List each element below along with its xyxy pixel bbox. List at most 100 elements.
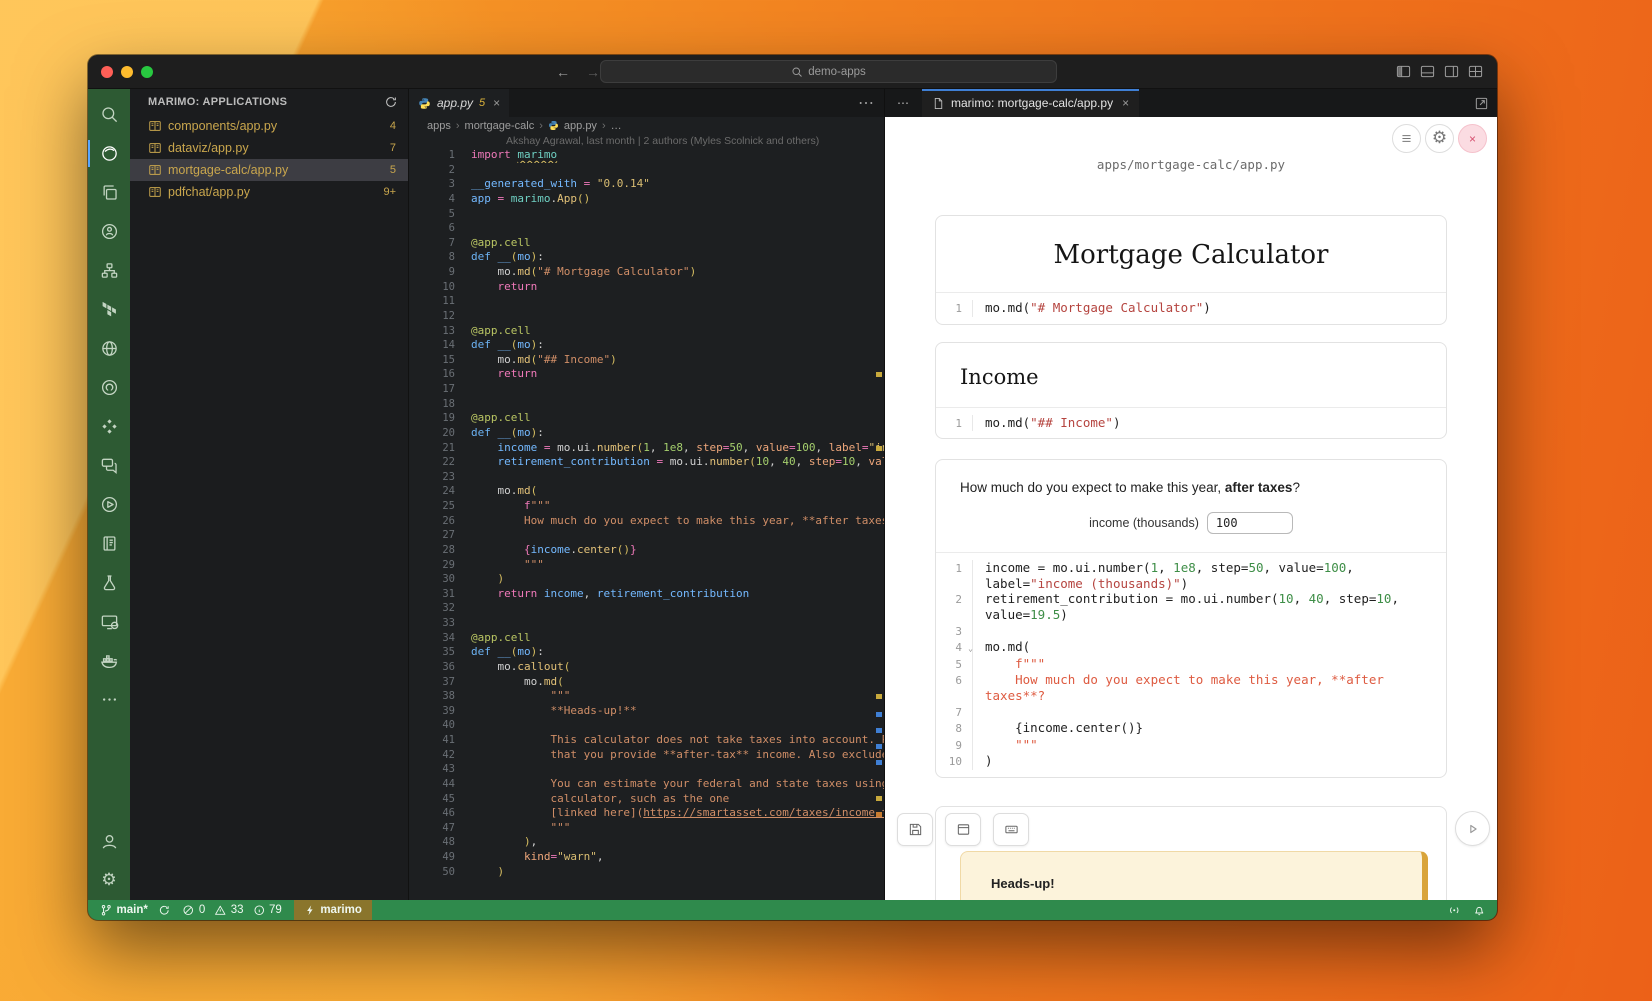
shutdown-close-button[interactable]: × bbox=[1458, 124, 1487, 153]
docker-icon[interactable] bbox=[88, 641, 130, 680]
code-line[interactable]: 39 **Heads-up!** bbox=[409, 704, 884, 719]
open-external-icon[interactable] bbox=[1474, 96, 1489, 111]
layout-panel-icon[interactable] bbox=[1420, 64, 1435, 79]
marimo-server-status[interactable]: marimo bbox=[294, 900, 372, 920]
sidebar-file-mortgage-calc-app-py[interactable]: mortgage-calc/app.py5 bbox=[130, 159, 408, 181]
notebook-icon[interactable] bbox=[88, 524, 130, 563]
layout-sidebar-right-icon[interactable] bbox=[1444, 64, 1459, 79]
code-line[interactable]: 44 You can estimate your federal and sta… bbox=[409, 777, 884, 792]
code-line[interactable]: 4app = marimo.App() bbox=[409, 192, 884, 207]
panel-button[interactable] bbox=[945, 813, 981, 846]
code-line[interactable]: 38 """ bbox=[409, 689, 884, 704]
code-line[interactable]: 6 bbox=[409, 221, 884, 236]
code-line[interactable]: 1import marimo bbox=[409, 148, 884, 163]
branch-status[interactable]: main* bbox=[100, 904, 170, 917]
code-line[interactable]: 31 return income, retirement_contributio… bbox=[409, 587, 884, 602]
fold-icon[interactable]: ⌄ bbox=[968, 641, 973, 657]
settings-icon[interactable]: ⚙ bbox=[88, 861, 130, 900]
code-line[interactable]: 21 income = mo.ui.number(1, 1e8, step=50… bbox=[409, 441, 884, 456]
run-app-button[interactable] bbox=[1455, 811, 1490, 846]
settings-gear-button[interactable]: ⚙ bbox=[1425, 124, 1454, 153]
income-input[interactable] bbox=[1207, 512, 1293, 534]
code-line[interactable]: 32 bbox=[409, 601, 884, 616]
code-line[interactable]: 9 mo.md("# Mortgage Calculator") bbox=[409, 265, 884, 280]
code-line[interactable]: 18 bbox=[409, 397, 884, 412]
terraform-icon[interactable] bbox=[88, 290, 130, 329]
problems-status[interactable]: 0 33 79 bbox=[182, 904, 282, 917]
code-line[interactable]: 12 bbox=[409, 309, 884, 324]
search-icon[interactable] bbox=[88, 95, 130, 134]
code-line[interactable]: 5 bbox=[409, 207, 884, 222]
code-line[interactable]: 34@app.cell bbox=[409, 631, 884, 646]
breadcrumb-item[interactable]: mortgage-calc bbox=[465, 120, 535, 132]
more-actions-icon[interactable]: ⋯ bbox=[885, 89, 922, 117]
menu-button[interactable] bbox=[1392, 124, 1421, 153]
code-line[interactable]: 15 mo.md("## Income") bbox=[409, 353, 884, 368]
code-line[interactable]: 26 How much do you expect to make this y… bbox=[409, 514, 884, 529]
run-circle-icon[interactable] bbox=[88, 485, 130, 524]
sidebar-file-pdfchat-app-py[interactable]: pdfchat/app.py9+ bbox=[130, 181, 408, 203]
code-line[interactable]: 30 ) bbox=[409, 572, 884, 587]
tab-marimo-preview[interactable]: marimo: mortgage-calc/app.py × bbox=[922, 89, 1139, 117]
close-icon[interactable]: × bbox=[1122, 96, 1129, 110]
sidebar-file-dataviz-app-py[interactable]: dataviz/app.py7 bbox=[130, 137, 408, 159]
comments-icon[interactable] bbox=[88, 446, 130, 485]
cell-code[interactable]: 1mo.md("## Income") bbox=[936, 407, 1446, 439]
keyboard-shortcuts-button[interactable] bbox=[993, 813, 1029, 846]
history-forward-button[interactable]: → bbox=[586, 64, 600, 80]
layout-sidebar-left-icon[interactable] bbox=[1396, 64, 1411, 79]
code-line[interactable]: 37 mo.md( bbox=[409, 675, 884, 690]
code-editor[interactable]: Akshay Agrawal, last month | 2 authors (… bbox=[409, 134, 884, 900]
code-line[interactable]: 28 {income.center()} bbox=[409, 543, 884, 558]
code-line[interactable]: 36 mo.callout( bbox=[409, 660, 884, 675]
bell-icon[interactable] bbox=[1473, 904, 1486, 917]
code-line[interactable]: 14def __(mo): bbox=[409, 338, 884, 353]
code-line[interactable]: 23 bbox=[409, 470, 884, 485]
code-line[interactable]: 10 return bbox=[409, 280, 884, 295]
close-icon[interactable]: × bbox=[493, 96, 500, 110]
github-icon[interactable] bbox=[88, 368, 130, 407]
breadcrumb-item[interactable]: … bbox=[611, 120, 622, 132]
tab-app-py[interactable]: app.py 5 × bbox=[409, 89, 509, 117]
broadcast-icon[interactable] bbox=[1448, 904, 1461, 917]
code-line[interactable]: 22 retirement_contribution = mo.ui.numbe… bbox=[409, 455, 884, 470]
code-line[interactable]: 19@app.cell bbox=[409, 411, 884, 426]
test-beaker-icon[interactable] bbox=[88, 563, 130, 602]
code-line[interactable]: 49 kind="warn", bbox=[409, 850, 884, 865]
remote-monitor-icon[interactable] bbox=[88, 602, 130, 641]
save-button[interactable] bbox=[897, 813, 933, 846]
code-line[interactable]: 17 bbox=[409, 382, 884, 397]
copy-icon[interactable] bbox=[88, 173, 130, 212]
breadcrumb-item[interactable]: app.py bbox=[564, 120, 597, 132]
breadcrumb-item[interactable]: apps bbox=[427, 120, 451, 132]
code-line[interactable]: 25 f""" bbox=[409, 499, 884, 514]
more-icon[interactable] bbox=[88, 680, 130, 719]
command-center-search[interactable]: demo-apps bbox=[600, 60, 1057, 83]
code-line[interactable]: 33 bbox=[409, 616, 884, 631]
code-line[interactable]: 7@app.cell bbox=[409, 236, 884, 251]
code-line[interactable]: 20def __(mo): bbox=[409, 426, 884, 441]
zoom-window-button[interactable] bbox=[141, 66, 153, 78]
code-line[interactable]: 46 [linked here](https://smartasset.com/… bbox=[409, 806, 884, 821]
pieces-icon[interactable] bbox=[88, 407, 130, 446]
marimo-icon[interactable] bbox=[88, 134, 130, 173]
code-line[interactable]: 48 ), bbox=[409, 835, 884, 850]
code-line[interactable]: 35def __(mo): bbox=[409, 645, 884, 660]
code-line[interactable]: 2 bbox=[409, 163, 884, 178]
sidebar-file-components-app-py[interactable]: components/app.py4 bbox=[130, 115, 408, 137]
code-line[interactable]: 13@app.cell bbox=[409, 324, 884, 339]
globe-icon[interactable] bbox=[88, 329, 130, 368]
code-line[interactable]: 43 bbox=[409, 762, 884, 777]
overview-ruler[interactable] bbox=[874, 134, 884, 900]
code-line[interactable]: 3__generated_with = "0.0.14" bbox=[409, 177, 884, 192]
more-actions-icon[interactable]: ⋯ bbox=[858, 93, 874, 113]
close-window-button[interactable] bbox=[101, 66, 113, 78]
account-icon[interactable] bbox=[88, 822, 130, 861]
history-back-button[interactable]: ← bbox=[556, 64, 570, 80]
code-line[interactable]: 24 mo.md( bbox=[409, 484, 884, 499]
refresh-icon[interactable] bbox=[384, 95, 398, 109]
minimize-window-button[interactable] bbox=[121, 66, 133, 78]
code-line[interactable]: 8def __(mo): bbox=[409, 250, 884, 265]
cell-code[interactable]: 1income = mo.ui.number(1, 1e8, step=50, … bbox=[936, 552, 1446, 777]
code-line[interactable]: 47 """ bbox=[409, 821, 884, 836]
